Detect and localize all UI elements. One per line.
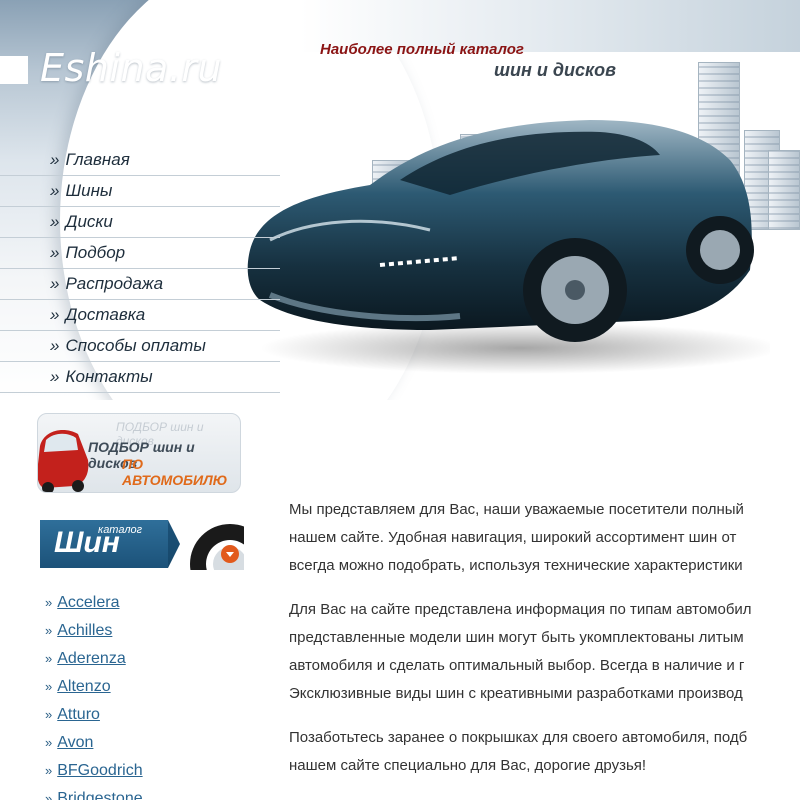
brand-link[interactable]: Achilles (57, 622, 112, 639)
tire-catalog-caption: каталог (98, 524, 143, 536)
intro-paragraph-3: Позаботьтесь заранее о покрышках для сво… (289, 724, 800, 780)
tire-brand-list: » Accelera » Achilles » Aderenza » Altenzo »… (45, 590, 143, 800)
list-item: » Bridgestone (45, 786, 143, 800)
header-hero: Eshina.ru Наиболее полный каталог шин и … (0, 0, 800, 400)
selection-by-car-banner[interactable]: ПОДБОР шин и дисков ПОДБОР шин и дисков … (37, 413, 241, 493)
text-line: Эксклюзивные виды шин с креативными разр… (289, 685, 743, 702)
nav-item-label: Способы оплаты (65, 336, 206, 355)
nav-arrow-icon: » (50, 367, 60, 386)
brand-link[interactable]: Aderenza (57, 650, 126, 667)
intro-text: Мы представляем для Вас, наши уважаемые … (289, 496, 800, 796)
brand-arrow-icon: » (45, 735, 53, 750)
nav-item-label: Подбор (65, 243, 126, 262)
text-line: всегда можно подобрать, используя технич… (289, 557, 743, 574)
list-item: » Accelera (45, 590, 143, 618)
nav-item-selection[interactable]: » Подбор (0, 238, 280, 269)
site-logo[interactable]: Eshina.ru (40, 46, 222, 90)
brand-link[interactable]: Altenzo (57, 678, 110, 695)
nav-item-tires[interactable]: » Шины (0, 176, 280, 207)
list-item: » Atturo (45, 702, 143, 730)
nav-item-home[interactable]: » Главная (0, 145, 280, 176)
text-line: представленные модели шин могут быть уко… (289, 629, 744, 646)
sports-car-image (247, 120, 770, 374)
brand-arrow-icon: » (45, 623, 53, 638)
nav-arrow-icon: » (50, 212, 60, 231)
nav-item-label: Диски (65, 212, 113, 231)
nav-arrow-icon: » (50, 274, 60, 293)
promo-subtitle: ПО АВТОМОБИЛЮ (122, 456, 228, 488)
brand-link[interactable]: Bridgestone (57, 790, 142, 800)
nav-arrow-icon: » (50, 150, 60, 169)
intro-paragraph-1: Мы представляем для Вас, наши уважаемые … (289, 496, 800, 580)
text-line: нашем сайте специально для Вас, дорогие … (289, 757, 647, 774)
nav-arrow-icon: » (50, 181, 60, 200)
nav-item-sale[interactable]: » Распродажа (0, 269, 280, 300)
text-line: Мы представляем для Вас, наши уважаемые … (289, 501, 744, 518)
nav-item-payment[interactable]: » Способы оплаты (0, 331, 280, 362)
tire-catalog-plate: Шин каталог (40, 520, 168, 568)
red-car-icon (38, 430, 89, 492)
brand-arrow-icon: » (45, 679, 53, 694)
list-item: » BFGoodrich (45, 758, 143, 786)
text-line: нашем сайте. Удобная навигация, широкий … (289, 529, 737, 546)
slogan-line-1: Наиболее полный каталог (320, 41, 524, 58)
nav-arrow-icon: » (50, 243, 60, 262)
nav-item-label: Контакты (65, 367, 153, 386)
list-item: » Avon (45, 730, 143, 758)
brand-arrow-icon: » (45, 595, 53, 610)
text-line: Для Вас на сайте представлена информация… (289, 601, 752, 618)
nav-item-delivery[interactable]: » Доставка (0, 300, 280, 331)
tire-catalog-banner[interactable]: Шин каталог (40, 520, 244, 570)
list-item: » Aderenza (45, 646, 143, 674)
brand-arrow-icon: » (45, 763, 53, 778)
text-line: Позаботьтесь заранее о покрышках для сво… (289, 729, 748, 746)
tire-icon (190, 524, 244, 570)
nav-item-label: Главная (65, 150, 130, 169)
brand-arrow-icon: » (45, 651, 53, 666)
brand-arrow-icon: » (45, 707, 53, 722)
nav-item-contacts[interactable]: » Контакты (0, 362, 280, 393)
nav-arrow-icon: » (50, 336, 60, 355)
list-item: » Achilles (45, 618, 143, 646)
brand-arrow-icon: » (45, 791, 53, 800)
brand-link[interactable]: Atturo (57, 706, 100, 723)
brand-link[interactable]: BFGoodrich (57, 762, 142, 779)
intro-paragraph-2: Для Вас на сайте представлена информация… (289, 596, 800, 708)
nav-item-label: Доставка (65, 305, 146, 324)
nav-item-label: Распродажа (65, 274, 164, 293)
nav-item-wheels[interactable]: » Диски (0, 207, 280, 238)
main-nav: » Главная » Шины » Диски » Подбор » Распродаж… (0, 145, 280, 393)
nav-arrow-icon: » (50, 305, 60, 324)
slogan-line-2: шин и дисков (494, 60, 616, 80)
list-item: » Altenzo (45, 674, 143, 702)
logo-mark (0, 56, 28, 84)
brand-link[interactable]: Accelera (57, 594, 119, 611)
nav-item-label: Шины (65, 181, 113, 200)
brand-link[interactable]: Avon (57, 734, 93, 751)
text-line: автомобиля и сделать оптимальный выбор. … (289, 657, 745, 674)
